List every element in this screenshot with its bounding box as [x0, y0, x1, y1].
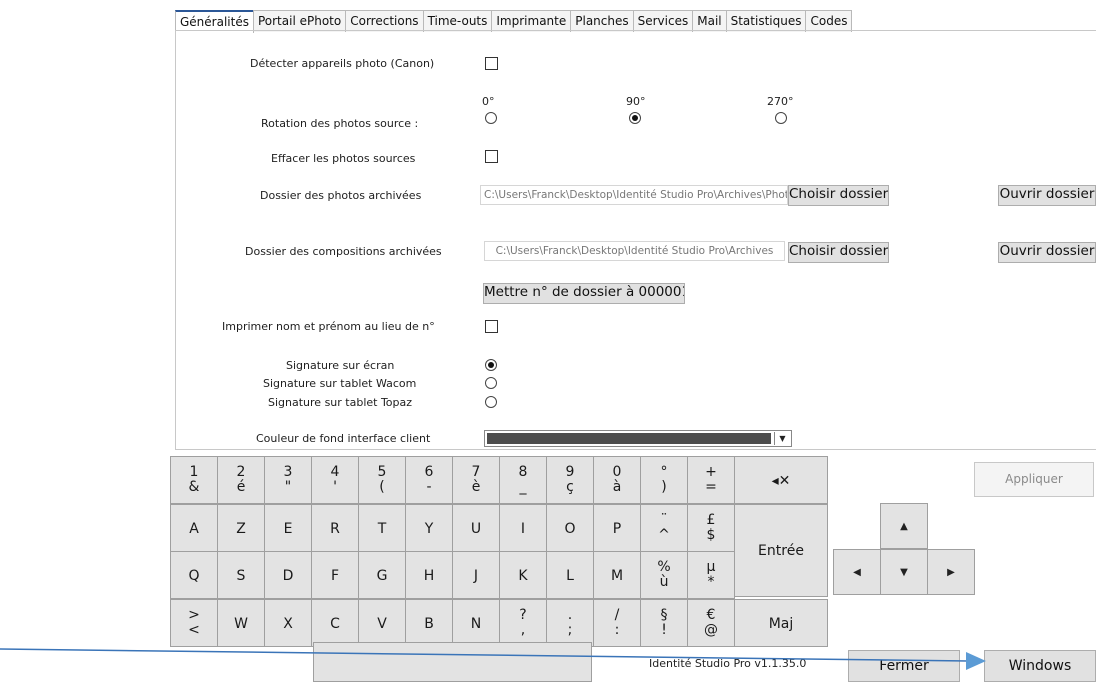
annotation-arrow-line: [0, 648, 969, 662]
annotation-arrow: [0, 648, 986, 670]
annotation-arrow-head: [966, 652, 986, 670]
